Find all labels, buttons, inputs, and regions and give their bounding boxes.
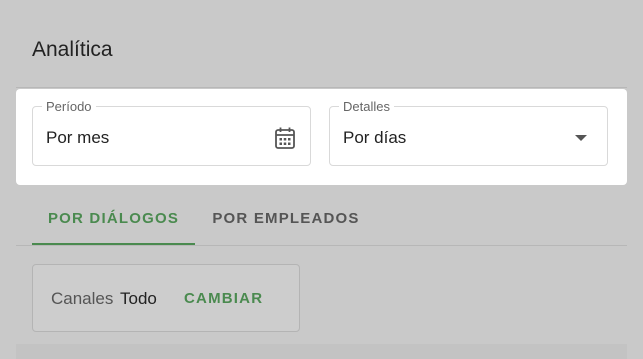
period-field[interactable]: Período Por mes — [32, 99, 311, 166]
tab-por-empleados[interactable]: POR EMPLEADOS — [197, 186, 375, 246]
details-select[interactable]: Detalles Por días — [329, 99, 608, 166]
channels-label: Canales — [51, 289, 114, 308]
tab-por-dialogos[interactable]: POR DIÁLOGOS — [32, 186, 195, 246]
change-channels-button[interactable]: CAMBIAR — [184, 290, 263, 307]
header-divider — [16, 87, 627, 88]
details-value: Por días — [343, 128, 407, 147]
calendar-icon[interactable] — [274, 126, 296, 150]
channels-value: Todo — [120, 289, 157, 308]
bottom-strip — [16, 344, 627, 359]
dropdown-arrow-icon[interactable] — [575, 135, 587, 141]
period-label: Período — [42, 99, 96, 114]
period-value: Por mes — [46, 128, 110, 147]
analytics-tabs: POR DIÁLOGOS POR EMPLEADOS — [16, 186, 627, 246]
filters-card: Período Por mes Detalles Por días — [16, 89, 627, 185]
page-title: Analítica — [32, 38, 113, 61]
channels-filter: Canales Todo CAMBIAR — [32, 264, 300, 332]
tabs-divider — [16, 245, 627, 246]
details-label: Detalles — [339, 99, 394, 114]
